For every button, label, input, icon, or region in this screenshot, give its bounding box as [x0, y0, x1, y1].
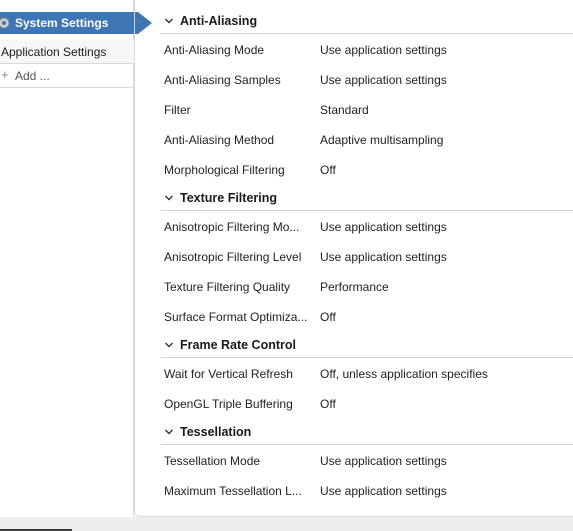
add-label: Add ... — [15, 69, 50, 83]
setting-name: Anisotropic Filtering Mo... — [164, 220, 300, 234]
plus-icon: + — [1, 67, 9, 82]
setting-value[interactable]: Use application settings — [320, 43, 447, 57]
setting-value[interactable]: Adaptive multisampling — [320, 133, 443, 147]
setting-name: OpenGL Triple Buffering — [164, 397, 293, 411]
setting-row-surface-format-optimization[interactable]: Surface Format Optimiza... Off — [164, 302, 573, 332]
setting-row-tessellation-mode[interactable]: Tessellation Mode Use application settin… — [164, 446, 573, 476]
setting-name: Tessellation Mode — [164, 454, 261, 468]
setting-value[interactable]: Use application settings — [320, 250, 447, 264]
section-header-texture-filtering[interactable]: Texture Filtering — [161, 187, 573, 211]
sidebar: System Settings Application Settings + A… — [0, 0, 152, 517]
setting-name: Surface Format Optimiza... — [164, 310, 308, 324]
setting-row-morphological-filtering[interactable]: Morphological Filtering Off — [164, 155, 573, 185]
setting-name: Filter — [164, 103, 191, 117]
section-title: Frame Rate Control — [180, 338, 296, 352]
sidebar-item-system-settings[interactable]: System Settings — [0, 12, 154, 34]
setting-row-opengl-triple-buffering[interactable]: OpenGL Triple Buffering Off — [164, 389, 573, 419]
setting-value[interactable]: Standard — [320, 103, 369, 117]
setting-row-anisotropic-filtering-level[interactable]: Anisotropic Filtering Level Use applicat… — [164, 242, 573, 272]
sidebar-item-label: Application Settings — [1, 45, 107, 59]
setting-name: Anti-Aliasing Method — [164, 133, 275, 147]
setting-row-anisotropic-filtering-mode[interactable]: Anisotropic Filtering Mo... Use applicat… — [164, 212, 573, 242]
setting-row-maximum-tessellation-level[interactable]: Maximum Tessellation L... Use applicatio… — [164, 476, 573, 506]
settings-panel: Anti-Aliasing Anti-Aliasing Mode Use app… — [134, 0, 573, 517]
setting-name: Morphological Filtering — [164, 163, 285, 177]
setting-value[interactable]: Use application settings — [320, 484, 447, 498]
setting-name: Anti-Aliasing Samples — [164, 73, 281, 87]
section-title: Tessellation — [180, 425, 252, 439]
section-header-tessellation[interactable]: Tessellation — [161, 421, 573, 445]
setting-value[interactable]: Off, unless application specifies — [320, 367, 488, 381]
setting-name: Maximum Tessellation L... — [164, 484, 302, 498]
section-header-frame-rate-control[interactable]: Frame Rate Control — [161, 334, 573, 358]
section-header-anti-aliasing[interactable]: Anti-Aliasing — [161, 10, 573, 34]
section-title: Texture Filtering — [180, 191, 278, 205]
setting-value[interactable]: Use application settings — [320, 220, 447, 234]
setting-row-anti-aliasing-mode[interactable]: Anti-Aliasing Mode Use application setti… — [164, 35, 573, 65]
section-title: Anti-Aliasing — [180, 14, 258, 28]
setting-row-filter[interactable]: Filter Standard — [164, 95, 573, 125]
gear-icon — [0, 15, 12, 31]
setting-row-anti-aliasing-samples[interactable]: Anti-Aliasing Samples Use application se… — [164, 65, 573, 95]
setting-row-texture-filtering-quality[interactable]: Texture Filtering Quality Performance — [164, 272, 573, 302]
setting-name: Anti-Aliasing Mode — [164, 43, 265, 57]
setting-name: Anisotropic Filtering Level — [164, 250, 302, 264]
setting-name: Texture Filtering Quality — [164, 280, 291, 294]
chevron-down-icon — [164, 15, 174, 25]
sidebar-item-label: System Settings — [15, 16, 109, 30]
chevron-down-icon — [164, 339, 174, 349]
setting-value[interactable]: Use application settings — [320, 454, 447, 468]
setting-row-wait-for-vertical-refresh[interactable]: Wait for Vertical Refresh Off, unless ap… — [164, 359, 573, 389]
sidebar-item-application-settings[interactable]: Application Settings — [0, 40, 134, 64]
setting-value[interactable]: Off — [320, 310, 336, 324]
setting-value[interactable]: Off — [320, 397, 336, 411]
bottom-bar — [0, 517, 573, 531]
setting-value[interactable]: Performance — [320, 280, 389, 294]
chevron-down-icon — [164, 426, 174, 436]
setting-value[interactable]: Use application settings — [320, 73, 447, 87]
setting-value[interactable]: Off — [320, 163, 336, 177]
chevron-down-icon — [164, 192, 174, 202]
add-button[interactable]: + Add ... — [0, 64, 134, 88]
setting-name: Wait for Vertical Refresh — [164, 367, 293, 381]
setting-row-anti-aliasing-method[interactable]: Anti-Aliasing Method Adaptive multisampl… — [164, 125, 573, 155]
